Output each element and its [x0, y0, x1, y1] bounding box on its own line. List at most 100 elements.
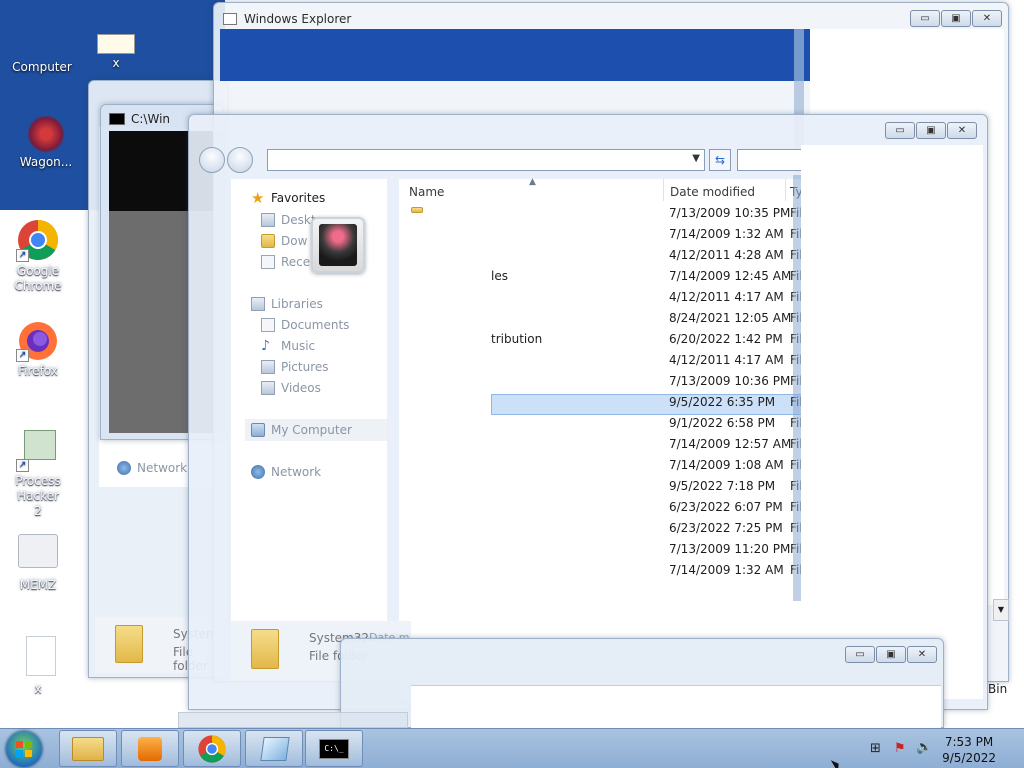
- desktop-icon-computer[interactable]: Computer: [6, 30, 78, 75]
- explorer-window[interactable]: ▭ ▣ ✕ ▼ ⇆ ★ Favorites Deskt Dow Rece Lib…: [188, 114, 1009, 710]
- minimize-button[interactable]: ▭: [885, 122, 915, 139]
- nav-network[interactable]: Network: [117, 461, 187, 475]
- start-button[interactable]: [6, 731, 42, 767]
- table-row[interactable]: 7/14/2009 12:57 AMFile fol: [669, 434, 829, 455]
- scroll-down-button[interactable]: ▼: [993, 599, 1009, 621]
- desktop-icon-label: x: [112, 56, 120, 70]
- table-row[interactable]: 6/23/2022 7:25 PMFile fol: [669, 518, 829, 539]
- table-row[interactable]: 9/1/2022 6:58 PMFile fol: [669, 413, 829, 434]
- column-header-date-modified[interactable]: Date modified: [670, 185, 755, 199]
- taskbar-chrome[interactable]: [183, 730, 241, 767]
- taskbar-media-player[interactable]: [121, 730, 179, 767]
- file-name[interactable]: les: [491, 266, 508, 287]
- minimize-button[interactable]: ▭: [845, 646, 875, 663]
- videos-icon: [261, 381, 275, 395]
- refresh-icon[interactable]: ⇆: [709, 149, 731, 171]
- table-row[interactable]: 6/20/2022 1:42 PMFile fol: [669, 329, 829, 350]
- address-bar[interactable]: ▼: [267, 149, 705, 171]
- table-row[interactable]: 7/13/2009 10:35 PMFile fol: [669, 203, 829, 224]
- date-modified-cell: 7/14/2009 12:57 AM: [669, 437, 792, 451]
- table-row[interactable]: 7/14/2009 1:08 AMFile fol: [669, 455, 829, 476]
- glitched-toolbar-region: [220, 29, 826, 81]
- maximize-button[interactable]: ▣: [916, 122, 946, 139]
- desktop-icon-firefox[interactable]: ↗ Firefox: [2, 318, 74, 379]
- nav-recent[interactable]: Rece: [261, 255, 310, 269]
- desktop-icon-chrome[interactable]: ↗ Google Chrome: [2, 218, 74, 294]
- process-hacker-icon: ↗: [16, 428, 60, 472]
- desktop-icon-x-file[interactable]: x: [2, 636, 74, 697]
- file-name[interactable]: tribution: [491, 329, 542, 350]
- column-divider[interactable]: [663, 179, 664, 201]
- nav-music[interactable]: ♪ Music: [261, 339, 315, 353]
- nav-favorites[interactable]: ★ Favorites: [251, 189, 325, 207]
- desktop-icon-label-recycle-bin[interactable]: Bin: [988, 682, 1007, 696]
- date-modified-cell: 6/23/2022 6:07 PM: [669, 500, 783, 514]
- nav-buttons: [199, 147, 253, 173]
- volume-icon[interactable]: 🔈: [916, 740, 932, 755]
- table-row[interactable]: 4/12/2011 4:17 AMFile fol: [669, 350, 829, 371]
- forward-button[interactable]: [227, 147, 253, 173]
- network-tray-icon[interactable]: ⊞: [870, 741, 881, 756]
- close-button[interactable]: ✕: [972, 10, 1002, 27]
- date-modified-cell: 9/5/2022 7:18 PM: [669, 479, 776, 493]
- action-center-flag-icon[interactable]: ⚑: [894, 741, 906, 756]
- table-row[interactable]: 7/14/2009 1:32 AMFile fol: [669, 224, 829, 245]
- desktop-icon-process-hacker[interactable]: ↗ Process Hacker 2: [2, 428, 74, 519]
- nav-pictures[interactable]: Pictures: [261, 360, 329, 374]
- desktop-icon-wagon[interactable]: Wagon...: [10, 115, 82, 170]
- taskbar-explorer[interactable]: [59, 730, 117, 767]
- nav-network[interactable]: Network: [251, 465, 321, 479]
- nav-libraries[interactable]: Libraries: [251, 297, 323, 311]
- clock-time: 7:53 PM: [944, 735, 994, 749]
- date-modified-cell: 7/13/2009 10:35 PM: [669, 206, 791, 220]
- explorer-window-icon: [223, 13, 237, 25]
- date-modified-cell: 7/13/2009 11:20 PM: [669, 542, 791, 556]
- media-player-icon[interactable]: [311, 217, 365, 273]
- back-button[interactable]: [199, 147, 225, 173]
- nav-downloads[interactable]: Dow: [261, 234, 307, 248]
- table-row[interactable]: 7/14/2009 12:45 AMFile fol: [669, 266, 829, 287]
- table-row[interactable]: 7/14/2009 1:32 AMFile fol: [669, 560, 829, 581]
- desktop-icon-memz[interactable]: MEMZ: [2, 532, 74, 593]
- shortcut-arrow-icon: ↗: [16, 349, 29, 362]
- window-content-right: [801, 145, 983, 697]
- maximize-button[interactable]: ▣: [941, 10, 971, 27]
- libraries-icon: [251, 297, 265, 311]
- nav-my-computer[interactable]: My Computer: [245, 419, 387, 441]
- nav-desktop[interactable]: Deskt: [261, 213, 316, 227]
- table-row[interactable]: 9/5/2022 6:35 PMFile fol: [669, 392, 829, 413]
- minimize-button[interactable]: ▭: [910, 10, 940, 27]
- clock[interactable]: 7:53 PM 9/5/2022: [942, 734, 996, 766]
- desktop-icon-label: Process Hacker 2: [15, 474, 61, 518]
- network-icon: [251, 465, 265, 479]
- column-header-name[interactable]: Name: [409, 185, 444, 199]
- taskbar-app[interactable]: [245, 730, 303, 767]
- table-row[interactable]: 7/13/2009 10:36 PMFile fol: [669, 371, 829, 392]
- table-row[interactable]: 4/12/2011 4:28 AMFile fol: [669, 245, 829, 266]
- sort-ascending-icon: ▲: [529, 177, 536, 187]
- desktop-icon-x[interactable]: x: [80, 34, 152, 71]
- clock-date: 9/5/2022: [942, 751, 996, 765]
- window-controls: ▭ ▣ ✕: [885, 122, 977, 139]
- window-controls: ▭ ▣ ✕: [910, 10, 1002, 27]
- column-divider[interactable]: [785, 179, 786, 201]
- table-row[interactable]: 9/5/2022 7:18 PMFile fol: [669, 476, 829, 497]
- maximize-button[interactable]: ▣: [876, 646, 906, 663]
- table-row[interactable]: 6/23/2022 6:07 PMFile fol: [669, 497, 829, 518]
- documents-icon: [261, 318, 275, 332]
- date-modified-cell: 7/14/2009 1:08 AM: [669, 458, 784, 472]
- small-window[interactable]: ▭ ▣ ✕: [340, 638, 944, 729]
- blank-file-icon: [16, 636, 60, 680]
- windows-logo-icon: [16, 741, 32, 757]
- table-row[interactable]: 4/12/2011 4:17 AMFile fol: [669, 287, 829, 308]
- taskbar-cmd[interactable]: C:\_: [305, 730, 363, 767]
- close-button[interactable]: ✕: [907, 646, 937, 663]
- star-icon: ★: [251, 189, 265, 207]
- nav-videos[interactable]: Videos: [261, 381, 321, 395]
- table-row[interactable]: 8/24/2021 12:05 AMFile fol: [669, 308, 829, 329]
- chevron-down-icon[interactable]: ▼: [692, 153, 700, 164]
- nav-documents[interactable]: Documents: [261, 318, 349, 332]
- close-button[interactable]: ✕: [947, 122, 977, 139]
- table-row[interactable]: 7/13/2009 11:20 PMFile fol: [669, 539, 829, 560]
- wagon-icon: [27, 115, 65, 153]
